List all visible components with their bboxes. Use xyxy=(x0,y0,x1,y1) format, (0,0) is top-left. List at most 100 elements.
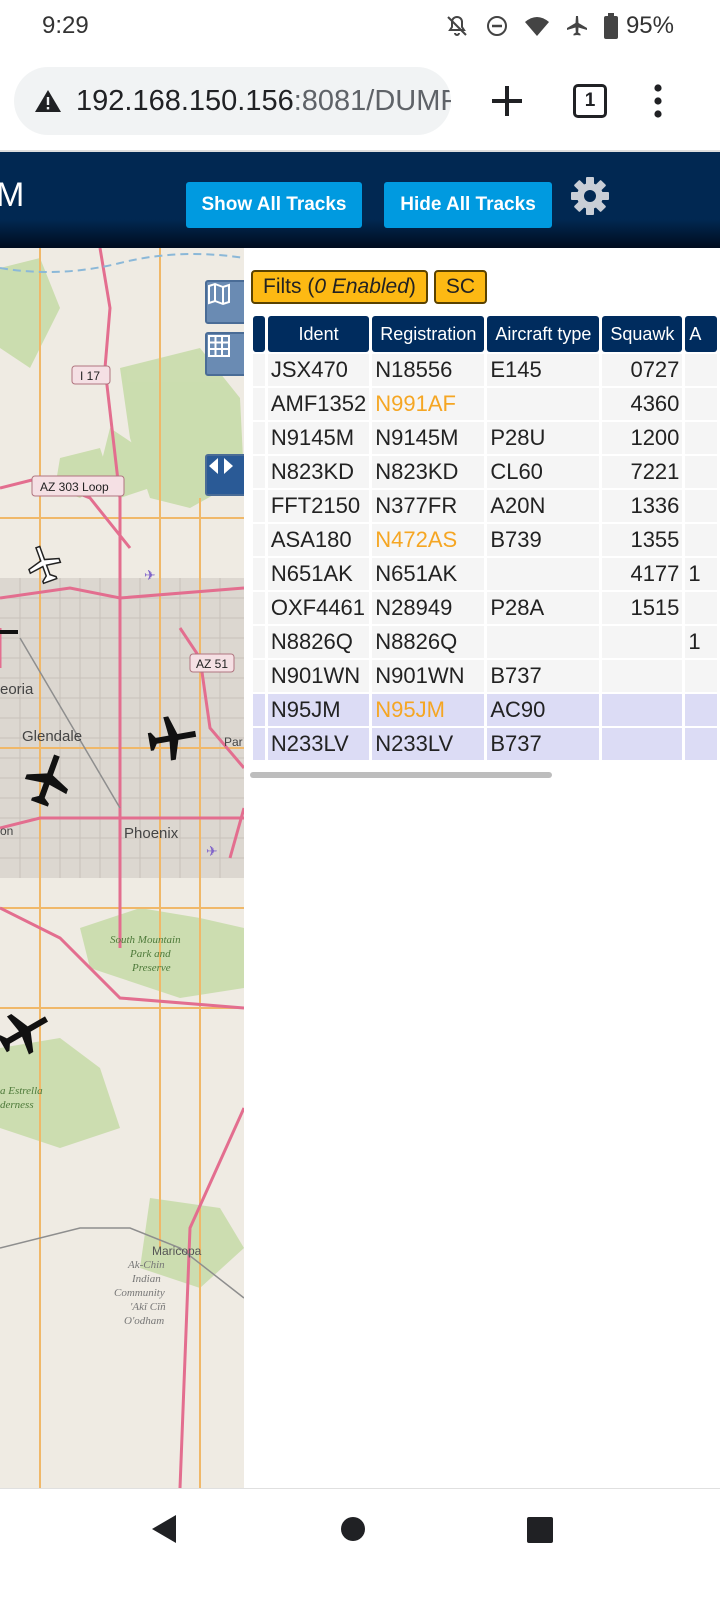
filter-bar: Filts (0 Enabled) SC xyxy=(251,270,488,304)
map-label-par: Par xyxy=(224,735,243,749)
map-label-akchin: Ak-Chin xyxy=(127,1259,165,1271)
status-time: 9:29 xyxy=(42,12,89,39)
cell-extra: 1 xyxy=(685,626,717,658)
cell-ident: N8826Q xyxy=(267,626,370,658)
table-row[interactable]: N9145M N9145M P28U 1200 xyxy=(253,422,717,454)
cell-registration: N651AK xyxy=(372,558,485,590)
filters-label: Filts ( xyxy=(263,275,315,298)
cell-extra xyxy=(685,456,717,488)
cell-ident: OXF4461 xyxy=(267,592,370,624)
cell-squawk: 1355 xyxy=(602,524,683,556)
cell-squawk: 4360 xyxy=(602,388,683,420)
table-row[interactable]: FFT2150 N377FR A20N 1336 xyxy=(253,490,717,522)
filters-button[interactable]: Filts (0 Enabled) xyxy=(251,270,428,304)
column-header-registration[interactable]: Registration xyxy=(372,316,485,352)
cell-aircraft-type: E145 xyxy=(487,354,600,386)
url-text[interactable]: 192.168.150.156:8081/DUMP xyxy=(76,85,451,118)
table-row[interactable]: AMF1352 N991AF 4360 xyxy=(253,388,717,420)
column-header-aircraft-type[interactable]: Aircraft type xyxy=(487,316,600,352)
cell-extra xyxy=(685,490,717,522)
cell-ident: N823KD xyxy=(267,456,370,488)
home-icon[interactable] xyxy=(341,1517,365,1541)
cell-extra xyxy=(685,524,717,556)
cell-registration: N9145M xyxy=(372,422,485,454)
cell-extra xyxy=(685,660,717,692)
table-row[interactable]: ASA180 N472AS B739 1355 xyxy=(253,524,717,556)
app-header: M Show All Tracks Hide All Tracks xyxy=(0,152,720,248)
show-all-tracks-button[interactable]: Show All Tracks xyxy=(186,182,362,228)
table-row[interactable]: JSX470 N18556 E145 0727 xyxy=(253,354,717,386)
cell-squawk: 4177 xyxy=(602,558,683,590)
table-row[interactable]: N651AK N651AK 4177 1 xyxy=(253,558,717,590)
table-row[interactable]: N8826Q N8826Q 1 xyxy=(253,626,717,658)
map-label-south-mountain-3: Preserve xyxy=(131,962,171,974)
map-view[interactable]: I 17 AZ 303 Loop AZ 51 eoria Glendale Ph… xyxy=(0,248,244,1488)
cell-extra xyxy=(685,694,717,726)
map-label-south-mountain: South Mountain xyxy=(110,934,181,946)
cell-flag xyxy=(253,660,265,692)
table-row[interactable]: N823KD N823KD CL60 7221 xyxy=(253,456,717,488)
airplane-mode-icon xyxy=(564,13,590,39)
map-label-akchin-4: 'Akĭ Cĭñ xyxy=(130,1301,166,1313)
app-logo: M xyxy=(0,176,25,214)
cell-squawk xyxy=(602,728,683,760)
table-header-row: Ident Registration Aircraft type Squawk … xyxy=(253,316,717,352)
hide-all-tracks-button[interactable]: Hide All Tracks xyxy=(384,182,552,228)
android-nav-bar xyxy=(0,1488,720,1601)
address-bar[interactable]: 192.168.150.156:8081/DUMP xyxy=(14,67,451,135)
map-label-estrella-2: derness xyxy=(0,1099,34,1111)
cell-flag xyxy=(253,524,265,556)
map-label-on: on xyxy=(0,824,13,838)
back-icon[interactable] xyxy=(150,1514,178,1544)
column-header-squawk[interactable]: Squawk xyxy=(602,316,683,352)
cell-aircraft-type xyxy=(487,626,600,658)
new-tab-plus-icon[interactable] xyxy=(488,82,526,120)
cell-registration: N472AS xyxy=(372,524,485,556)
cell-extra xyxy=(685,592,717,624)
column-header-next[interactable]: A xyxy=(685,316,717,352)
cell-squawk: 0727 xyxy=(602,354,683,386)
cell-ident: FFT2150 xyxy=(267,490,370,522)
tab-switcher-button[interactable]: 1 xyxy=(573,84,607,118)
map-label-estrella: a Estrella xyxy=(0,1085,43,1097)
cell-registration: N233LV xyxy=(372,728,485,760)
map-label-az303: AZ 303 Loop xyxy=(40,480,109,494)
cell-flag xyxy=(253,456,265,488)
aircraft-table-body: JSX470 N18556 E145 0727 AMF1352 N991AF 4360 N91… xyxy=(253,354,717,760)
sc-button[interactable]: SC xyxy=(433,270,488,304)
url-path: :8081/DUMP xyxy=(293,85,451,117)
map-label-maricopa: Maricopa xyxy=(152,1244,202,1258)
column-header-ident[interactable]: Ident xyxy=(267,316,370,352)
settings-gear-icon[interactable] xyxy=(570,176,610,216)
cell-extra xyxy=(685,422,717,454)
cell-aircraft-type xyxy=(487,558,600,590)
map-label-akchin-3: Community xyxy=(114,1287,165,1299)
map-grid-button[interactable] xyxy=(205,332,244,376)
map-layers-button[interactable] xyxy=(205,280,244,324)
cell-ident: JSX470 xyxy=(267,354,370,386)
table-row[interactable]: N233LV N233LV B737 xyxy=(253,728,717,760)
cell-registration: N28949 xyxy=(372,592,485,624)
cell-ident: AMF1352 xyxy=(267,388,370,420)
table-row[interactable]: N95JM N95JM AC90 xyxy=(253,694,717,726)
table-row[interactable]: N901WN N901WN B737 xyxy=(253,660,717,692)
cell-aircraft-type: B737 xyxy=(487,660,600,692)
recent-apps-icon[interactable] xyxy=(527,1517,553,1543)
map-label-akchin-2: Indian xyxy=(131,1273,161,1285)
map-tiles: I 17 AZ 303 Loop AZ 51 eoria Glendale Ph… xyxy=(0,248,244,1488)
table-row[interactable]: OXF4461 N28949 P28A 1515 xyxy=(253,592,717,624)
column-header-flag[interactable] xyxy=(253,316,265,352)
not-secure-warning-icon[interactable] xyxy=(34,87,62,115)
cell-flag xyxy=(253,388,265,420)
cell-squawk: 1336 xyxy=(602,490,683,522)
cell-ident: N651AK xyxy=(267,558,370,590)
map-label-az51: AZ 51 xyxy=(196,657,228,671)
aircraft-list-panel: Filts (0 Enabled) SC Ident Registration … xyxy=(244,248,720,1488)
overflow-menu-icon[interactable] xyxy=(648,84,668,118)
table-horizontal-scrollbar[interactable] xyxy=(250,772,552,778)
expand-panel-button[interactable] xyxy=(205,454,244,496)
aircraft-table-wrap: Ident Registration Aircraft type Squawk … xyxy=(250,314,720,762)
map-label-peoria: eoria xyxy=(0,681,34,698)
cell-ident: N233LV xyxy=(267,728,370,760)
cell-ident: ASA180 xyxy=(267,524,370,556)
